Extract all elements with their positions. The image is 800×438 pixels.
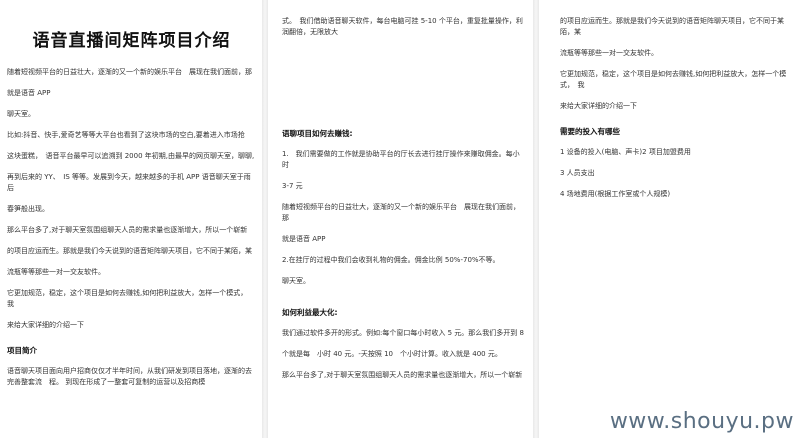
section-heading: 需要的投入有哪些 (560, 127, 620, 136)
site-watermark: www.shouyu.pw (609, 409, 794, 434)
paragraph: 4 场地费用(根据工作室或个人规模) (560, 190, 671, 198)
paragraph: 那么平台多了,对于聊天室氛围组聊天人员的需求量也逐渐增大，所以一个崭新 (7, 226, 248, 234)
paragraph: 的项目应运而生。那就是我们今天说到的语音矩阵聊天项目，它不同于某陌，某 (7, 247, 252, 255)
page-column-3: 的项目应运而生。那就是我们今天说到的语音矩阵聊天项目，它不同于某陌，某 流瓶等等… (540, 0, 800, 438)
paragraph: 1 设备的投入(电脑、声卡)2 项目加盟费用 (560, 148, 691, 156)
paragraph: 它更加规范，稳定，这个项目是如何去赚钱,如何把利益放大，怎样一个模式， 我 (7, 289, 251, 308)
section-heading: 语聊项目如何去赚钱: (282, 129, 353, 138)
paragraph: 这块蛋糕， 语音平台最早可以追溯到 2000 年初期,由最早的网页聊天室，聊聊, (7, 152, 255, 160)
paragraph: 再到后来的 YY、 IS 等等。发展到今天，越来越多的手机 APP 语音聊天室于… (7, 173, 251, 192)
paragraph: 来给大家详细的介绍一下 (560, 102, 637, 110)
paragraph: 就是语音 APP (7, 89, 51, 97)
paragraph: 它更加规范，稳定，这个项目是如何去赚钱,如何把利益放大，怎样一个模式， 我 (560, 70, 787, 89)
section-heading: 项目简介 (7, 346, 37, 355)
paragraph: 2.在挂厅的过程中我们会收到礼物的佣金。佣金比例 50%-70%不等。 (282, 256, 500, 264)
paragraph: 比如:抖音、快手,爱奇艺等等大平台也看到了这块市场的空白,要着进入市场抢 (7, 131, 245, 139)
paragraph: 聊天室。 (282, 277, 310, 285)
paragraph: 流瓶等等那些一对一交友软件。 (7, 268, 105, 276)
paragraph: 随着短视频平台的日益壮大，逐渐的又一个新的娱乐平台 展现在我们面前，那 (282, 203, 520, 222)
document-title: 语音直播间矩阵项目介绍 (32, 31, 231, 51)
paragraph: 语音聊天项目面向用户招商仅仅才半年时间，从我们研发到项目落地，逐渐的去完善整套流… (7, 367, 252, 386)
paragraph: 3 人员支出 (560, 169, 595, 177)
page-column-1: 语音直播间矩阵项目介绍 随着短视频平台的日益壮大，逐渐的又一个新的娱乐平台 展现… (0, 0, 262, 438)
paragraph: 式。 我们借助语音聊天软件，每台电脑可挂 5-10 个平台，重复批量操作，利润翻… (282, 17, 523, 36)
paragraph: 那么平台多了,对于聊天室氛围组聊天人员的需求量也逐渐增大，所以一个崭新 (282, 371, 523, 379)
paragraph: 就是语音 APP (282, 235, 326, 243)
paragraph: 3-7 元 (282, 182, 303, 190)
paragraph: 来给大家详细的介绍一下 (7, 321, 84, 329)
paragraph: 的项目应运而生。那就是我们今天说到的语音矩阵聊天项目，它不同于某陌，某 (560, 17, 784, 36)
paragraph: 我们通过软件多开的形式。例如:每个窗口每小时收入 5 元。那么我们多开到 8 (282, 329, 524, 337)
paragraph: 个就是每 小时 40 元。-天按照 10 个小时计算。收入就是 400 元。 (282, 350, 502, 358)
page-divider (533, 0, 539, 438)
paragraph: 春笋般出现。 (7, 205, 49, 213)
page-column-2: 式。 我们借助语音聊天软件，每台电脑可挂 5-10 个平台，重复批量操作，利润翻… (268, 0, 532, 438)
section-heading: 如何利益最大化: (282, 308, 338, 317)
paragraph: 1. 我们需要做的工作就是协助平台的厅长去进行挂厅操作来赚取佣金。每小时 (282, 150, 520, 169)
paragraph: 随着短视频平台的日益壮大，逐渐的又一个新的娱乐平台 展现在我们面前，那 (7, 68, 252, 76)
paragraph: 聊天室。 (7, 110, 35, 118)
paragraph: 流瓶等等那些一对一交友软件。 (560, 49, 658, 57)
